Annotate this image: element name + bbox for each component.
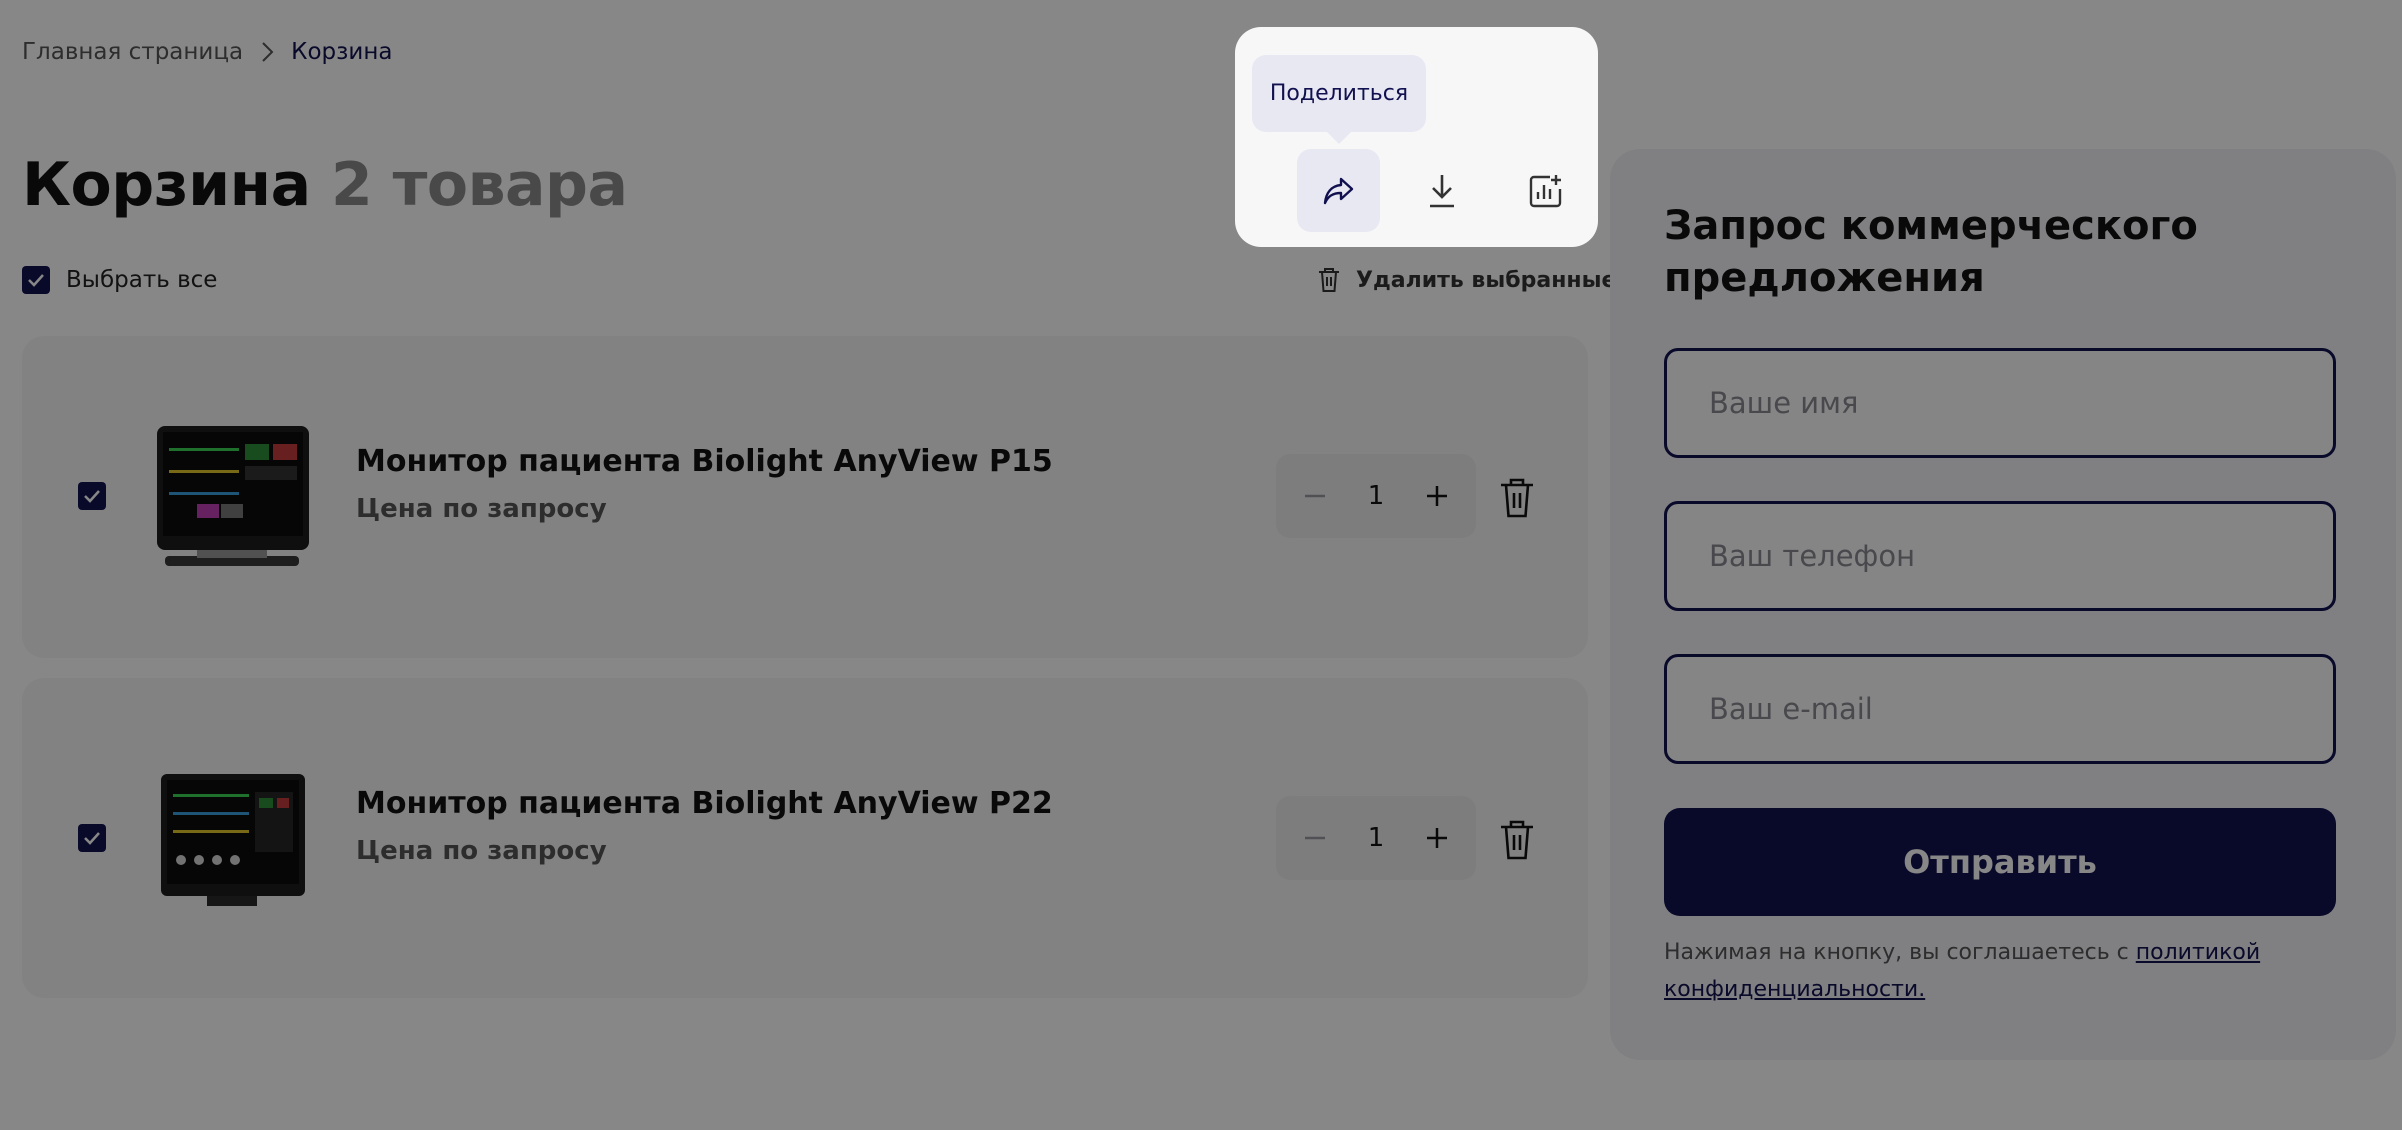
- share-tooltip: Поделиться: [1252, 55, 1426, 132]
- add-to-compare-button[interactable]: [1504, 149, 1587, 232]
- download-icon: [1429, 174, 1454, 207]
- add-to-compare-icon: [1529, 174, 1561, 207]
- download-button[interactable]: [1400, 149, 1483, 232]
- share-button[interactable]: [1297, 149, 1380, 232]
- tooltip-arrow: [1325, 130, 1353, 144]
- modal-overlay[interactable]: [0, 0, 2402, 1130]
- share-icon: [1323, 177, 1353, 204]
